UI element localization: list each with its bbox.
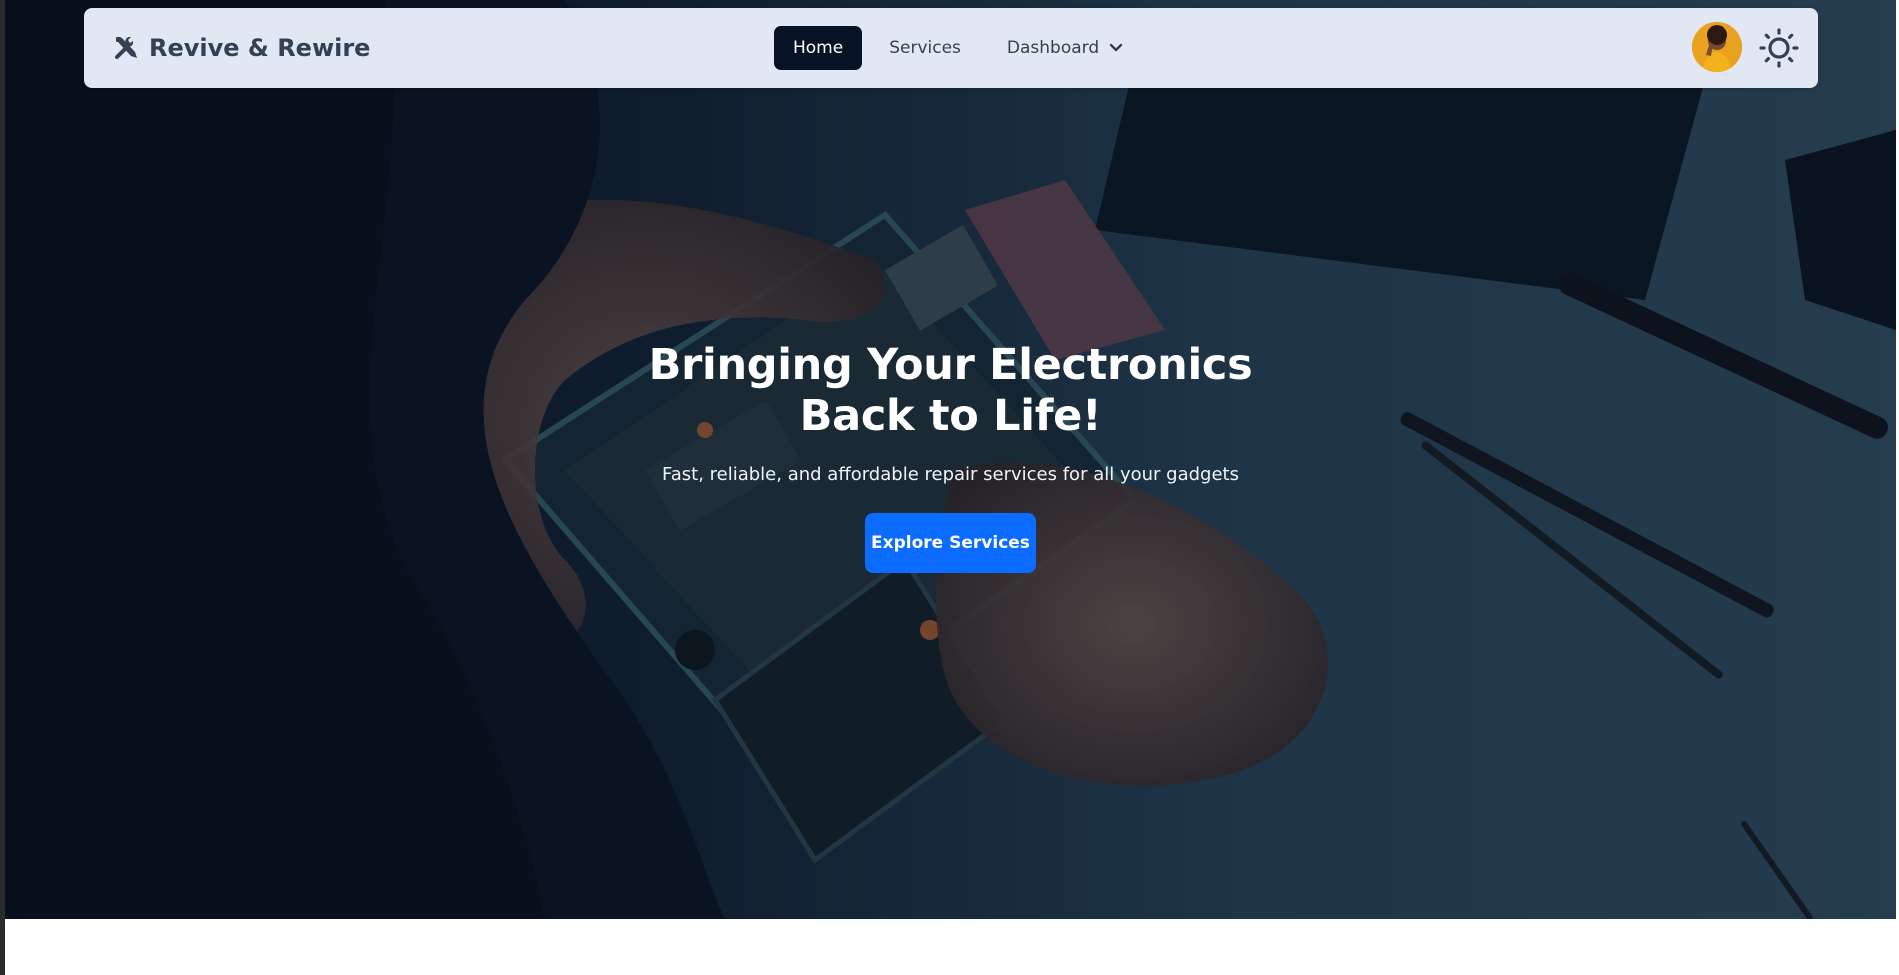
hero-content: Bringing Your Electronics Back to Life! … bbox=[5, 340, 1896, 573]
user-avatar[interactable] bbox=[1692, 22, 1742, 72]
hero-title: Bringing Your Electronics Back to Life! bbox=[648, 340, 1253, 441]
nav-dashboard-label: Dashboard bbox=[1006, 38, 1100, 58]
nav-links: Home Services Dashboard bbox=[774, 26, 1151, 70]
brand-name: Revive & Rewire bbox=[149, 34, 371, 62]
navbar: Revive & Rewire Home Services Dashboard bbox=[84, 8, 1818, 88]
nav-dashboard-dropdown[interactable]: Dashboard bbox=[988, 26, 1143, 70]
hero-subtitle: Fast, reliable, and affordable repair se… bbox=[662, 464, 1239, 485]
brand-link[interactable]: Revive & Rewire bbox=[113, 8, 370, 88]
chevron-down-icon bbox=[1109, 43, 1123, 52]
page: Bringing Your Electronics Back to Life! … bbox=[0, 0, 1899, 975]
hero-section: Bringing Your Electronics Back to Life! … bbox=[5, 0, 1896, 919]
sun-icon[interactable] bbox=[1759, 28, 1799, 68]
tools-icon bbox=[115, 36, 137, 59]
avatar-image bbox=[1692, 22, 1742, 72]
nav-services[interactable]: Services bbox=[870, 26, 980, 70]
nav-home[interactable]: Home bbox=[774, 26, 863, 70]
explore-services-button[interactable]: Explore Services bbox=[865, 513, 1036, 573]
